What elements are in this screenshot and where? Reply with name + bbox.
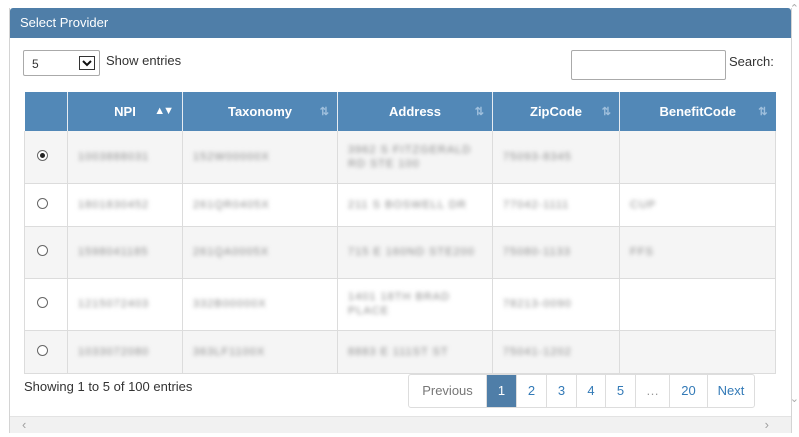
table-row[interactable]: 1003888031 152W00000X 3962 S FITZGERALD … — [24, 131, 776, 184]
search-input[interactable] — [571, 50, 726, 80]
taxonomy-cell: 332B00000X — [182, 278, 338, 331]
entries-per-page-select[interactable]: 5 — [23, 50, 100, 76]
radio-unselected[interactable] — [37, 245, 48, 256]
sort-icon[interactable]: ⇅ — [758, 105, 767, 118]
pagination-page-5[interactable]: 5 — [606, 375, 636, 407]
npi-cell: 1801830452 — [67, 183, 183, 227]
column-header-label: ZipCode — [530, 104, 582, 119]
radio-unselected[interactable] — [37, 297, 48, 308]
select-cell[interactable] — [24, 183, 68, 227]
column-header-zipcode[interactable]: ZipCode ⇅ — [492, 92, 620, 131]
column-header-benefitcode[interactable]: BenefitCode ⇅ — [619, 92, 776, 131]
scroll-left-icon[interactable]: ‹ — [22, 417, 26, 433]
provider-table: NPI ▲▼ Taxonomy ⇅ Address ⇅ ZipCode ⇅ Be… — [24, 92, 776, 374]
select-provider-dialog: Select Provider 5 Show entries Search: N… — [9, 8, 792, 433]
table-info: Showing 1 to 5 of 100 entries — [24, 379, 193, 394]
pagination-page-4[interactable]: 4 — [577, 375, 606, 407]
zipcode-cell: 75041-1202 — [492, 330, 620, 374]
pagination-page-1[interactable]: 1 — [487, 375, 517, 407]
scroll-up-icon[interactable]: ⌃ — [790, 2, 799, 15]
npi-cell: 1003888031 — [67, 131, 183, 184]
benefitcode-cell — [619, 278, 776, 331]
zipcode-cell: 75093-8345 — [492, 131, 620, 184]
search-label: Search: — [729, 54, 774, 69]
benefitcode-cell: CUP — [619, 183, 776, 227]
sort-ascending-icon[interactable]: ▲▼ — [154, 105, 174, 117]
benefitcode-cell — [619, 131, 776, 184]
npi-cell: 1033072080 — [67, 330, 183, 374]
zipcode-cell: 75080-1133 — [492, 226, 620, 279]
pagination-ellipsis: … — [636, 375, 670, 407]
table-row[interactable]: 1033072080 363LF1100X 8883 E 111ST ST 75… — [24, 330, 776, 374]
column-header-npi[interactable]: NPI ▲▼ — [67, 92, 183, 131]
show-entries-label: Show entries — [106, 53, 182, 68]
table-controls: 5 Show entries Search: — [23, 50, 777, 80]
benefitcode-cell: FFS — [619, 226, 776, 279]
table-row[interactable]: 1215072403 332B00000X 1401 18TH BRAD PLA… — [24, 278, 776, 331]
taxonomy-cell: 363LF1100X — [182, 330, 338, 374]
address-cell: 8883 E 111ST ST — [337, 330, 493, 374]
address-cell: 211 S BOSWELL DR — [337, 183, 493, 227]
table-row[interactable]: 1801830452 261QR0405X 211 S BOSWELL DR 7… — [24, 183, 776, 227]
pagination: Previous 1 2 3 4 5 … 20 Next — [408, 374, 755, 408]
pagination-previous[interactable]: Previous — [409, 375, 487, 407]
radio-selected[interactable] — [37, 149, 48, 161]
sort-icon[interactable]: ⇅ — [475, 105, 484, 118]
horizontal-scrollbar[interactable]: ‹ › — [10, 416, 791, 433]
pagination-page-2[interactable]: 2 — [517, 375, 547, 407]
radio-unselected[interactable] — [37, 344, 48, 356]
select-cell[interactable] — [24, 226, 68, 279]
select-cell[interactable] — [24, 278, 68, 331]
pagination-next[interactable]: Next — [708, 375, 754, 407]
column-header-address[interactable]: Address ⇅ — [337, 92, 493, 131]
sort-icon[interactable]: ⇅ — [602, 105, 611, 118]
scroll-right-icon[interactable]: › — [765, 417, 769, 433]
table-header-row: NPI ▲▼ Taxonomy ⇅ Address ⇅ ZipCode ⇅ Be… — [24, 92, 776, 131]
column-header-select — [24, 92, 68, 131]
entries-per-page-value: 5 — [32, 57, 39, 71]
address-cell: 715 E 160ND STE200 — [337, 226, 493, 279]
npi-cell: 1215072403 — [67, 278, 183, 331]
select-cell[interactable] — [24, 330, 68, 374]
address-cell: 1401 18TH BRAD PLACE — [337, 278, 493, 331]
pagination-page-3[interactable]: 3 — [547, 375, 577, 407]
column-header-label: Taxonomy — [227, 104, 293, 119]
zipcode-cell: 77042-1111 — [492, 183, 620, 227]
column-header-label: BenefitCode — [659, 104, 737, 119]
taxonomy-cell: 261QA0005X — [182, 226, 338, 279]
npi-cell: 1598041185 — [67, 226, 183, 279]
table-row[interactable]: 1598041185 261QA0005X 715 E 160ND STE200… — [24, 226, 776, 279]
column-header-label: NPI — [114, 104, 136, 119]
taxonomy-cell: 152W00000X — [182, 131, 338, 184]
pagination-page-20[interactable]: 20 — [670, 375, 708, 407]
dialog-title: Select Provider — [10, 8, 791, 38]
address-cell: 3962 S FITZGERALD RD STE 100 — [337, 131, 493, 184]
chevron-down-icon[interactable] — [79, 56, 95, 70]
zipcode-cell: 78213-0090 — [492, 278, 620, 331]
sort-icon[interactable]: ⇅ — [320, 105, 329, 118]
column-header-label: Address — [388, 104, 442, 119]
radio-unselected[interactable] — [37, 197, 48, 209]
select-cell[interactable] — [24, 131, 68, 184]
scroll-down-icon[interactable]: ⌄ — [790, 392, 799, 405]
benefitcode-cell — [619, 330, 776, 374]
taxonomy-cell: 261QR0405X — [182, 183, 338, 227]
column-header-taxonomy[interactable]: Taxonomy ⇅ — [182, 92, 338, 131]
